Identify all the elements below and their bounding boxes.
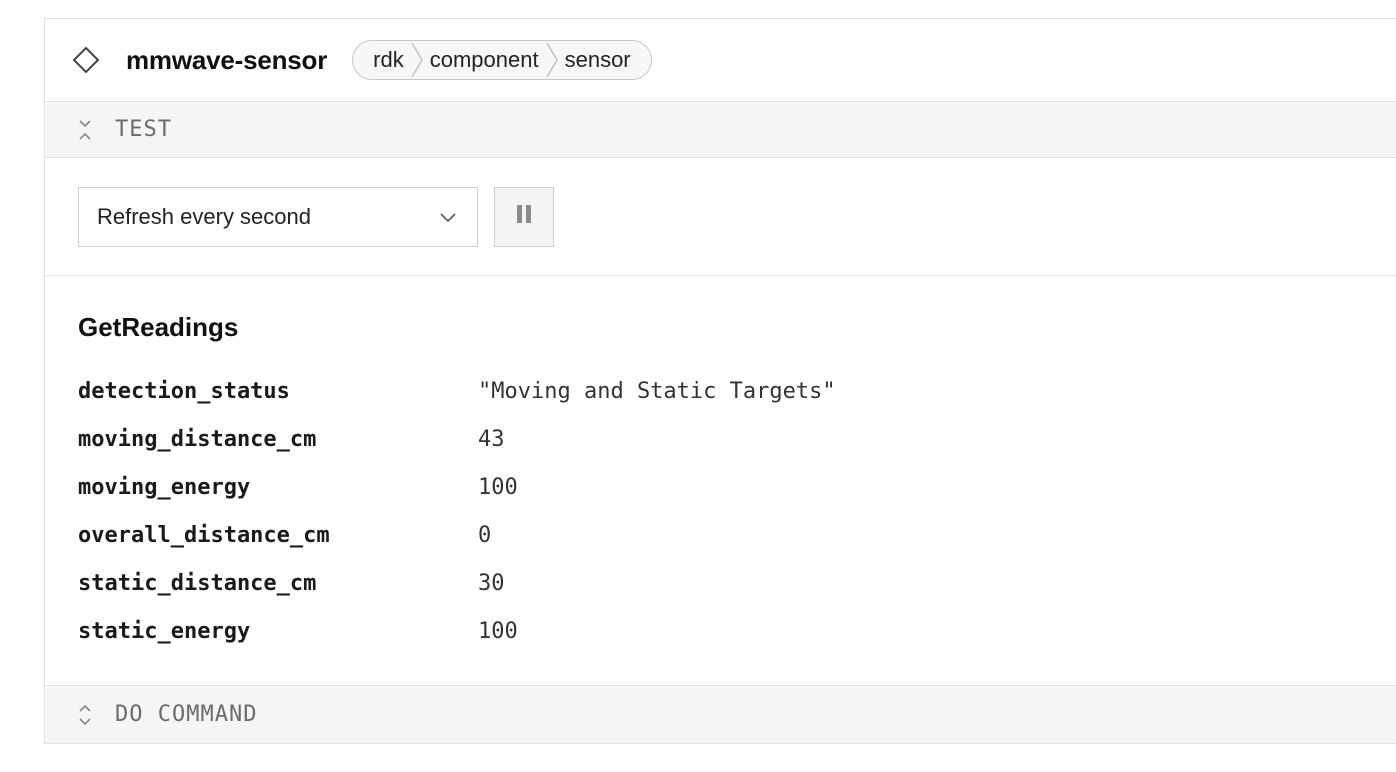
breadcrumb-separator-icon (539, 41, 565, 79)
collapse-chevrons-icon (77, 118, 93, 142)
do-command-section-label: DO COMMAND (115, 702, 258, 727)
reading-key: moving_energy (78, 475, 251, 500)
test-section-label: TEST (115, 117, 172, 142)
reading-value: 100 (478, 475, 518, 500)
reading-key: static_distance_cm (78, 571, 317, 596)
pause-icon (515, 204, 533, 229)
diamond-icon (72, 46, 100, 74)
refresh-rate-value: Refresh every second (97, 203, 311, 229)
reading-row: overall_distance_cm 0 (78, 523, 1396, 571)
reading-row: moving_energy 100 (78, 475, 1396, 523)
reading-value: 100 (478, 619, 518, 644)
chevron-down-icon (439, 204, 457, 230)
sensor-card: mmwave-sensor rdk component sensor TEST … (44, 18, 1396, 744)
reading-value: "Moving and Static Targets" (478, 379, 836, 404)
reading-value: 0 (478, 523, 492, 548)
reading-row: static_energy 100 (78, 619, 1396, 667)
breadcrumb-item: component (429, 47, 539, 72)
pause-button[interactable] (494, 186, 554, 247)
expand-chevrons-icon (77, 703, 93, 727)
reading-key: static_energy (78, 619, 251, 644)
reading-key: moving_distance_cm (78, 427, 317, 452)
reading-row: static_distance_cm 30 (78, 571, 1396, 619)
readings-title: GetReadings (78, 312, 239, 342)
do-command-wrapper: DO COMMAND (45, 685, 1396, 743)
reading-key: overall_distance_cm (78, 523, 330, 548)
do-command-section-toggle[interactable]: DO COMMAND (45, 685, 1396, 743)
breadcrumb: rdk component sensor (352, 40, 652, 80)
reading-value: 30 (478, 571, 505, 596)
test-controls: Refresh every second (45, 158, 1396, 276)
breadcrumb-item: rdk (373, 47, 404, 72)
breadcrumb-item: sensor (564, 47, 631, 72)
test-section-toggle[interactable]: TEST (45, 102, 1396, 158)
component-title: mmwave-sensor (126, 44, 328, 75)
refresh-rate-select[interactable]: Refresh every second (78, 186, 478, 247)
reading-key: detection_status (78, 379, 290, 404)
reading-row: moving_distance_cm 43 (78, 427, 1396, 475)
breadcrumb-separator-icon (404, 41, 430, 79)
reading-value: 43 (478, 427, 505, 452)
card-header: mmwave-sensor rdk component sensor (45, 19, 1396, 102)
reading-row: detection_status "Moving and Static Targ… (78, 379, 1396, 427)
readings-panel: GetReadings detection_status "Moving and… (45, 276, 1396, 667)
